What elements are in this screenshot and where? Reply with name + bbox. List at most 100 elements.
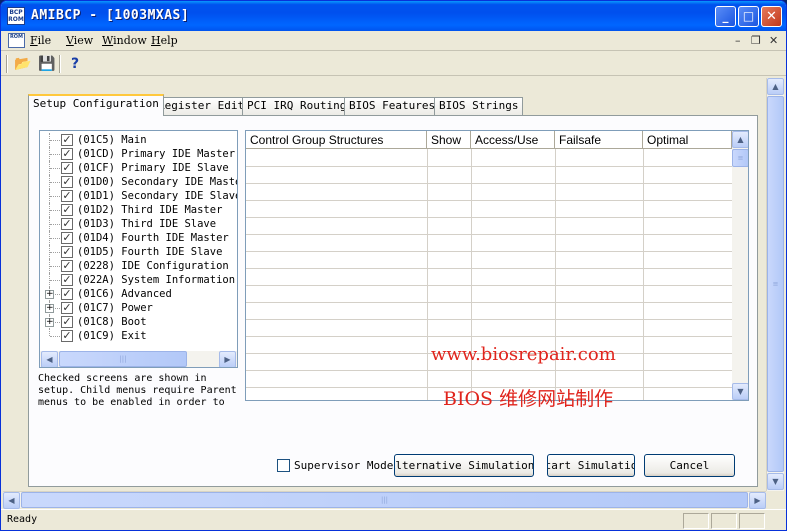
tree-item-label: (01C5) Main (77, 134, 147, 146)
tree-item[interactable]: ✓ (01C9) Exit (40, 329, 236, 343)
close-button[interactable]: ✕ (761, 6, 782, 27)
tree-item-label: (01CD) Primary IDE Master (77, 148, 236, 160)
expand-icon[interactable]: + (45, 318, 54, 327)
grid-vertical-scrollbar[interactable]: ▲ ≡ ▼ (732, 131, 748, 400)
help-description: Checked screens are shown in setup. Chil… (38, 373, 237, 408)
tree-item-checkbox[interactable]: ✓ (61, 162, 73, 174)
tree-item-label: (01D3) Third IDE Slave (77, 218, 217, 230)
tree-item-checkbox[interactable]: ✓ (61, 274, 73, 286)
menu-label-rest: iew (73, 34, 94, 47)
column-header-optimal[interactable]: Optimal (643, 131, 732, 149)
tree-item[interactable]: ✓ (01D4) Fourth IDE Master (40, 231, 236, 245)
scrollbar-thumb[interactable]: ≡ (732, 149, 748, 167)
menu-window[interactable]: Window (102, 34, 147, 47)
child-close-button[interactable]: ✕ (769, 34, 778, 47)
expand-icon[interactable]: + (45, 304, 54, 313)
tree-item-checkbox[interactable]: ✓ (61, 316, 73, 328)
tree-item[interactable]: + ✓ (01C7) Power (40, 301, 236, 315)
column-header-access[interactable]: Access/Use (471, 131, 555, 149)
tree-item-checkbox[interactable]: ✓ (61, 176, 73, 188)
tree-connector (50, 154, 60, 155)
floppy-disk-icon[interactable]: 💾 (37, 54, 57, 74)
supervisor-mode-checkbox[interactable] (277, 459, 290, 472)
menu-accel: H (151, 34, 161, 47)
menu-file[interactable]: File (30, 34, 51, 47)
tree-item[interactable]: ✓ (01D2) Third IDE Master (40, 203, 236, 217)
column-header-show[interactable]: Show (427, 131, 471, 149)
cancel-button[interactable]: Cancel (644, 454, 735, 477)
column-header-control-group[interactable]: Control Group Structures (246, 131, 427, 149)
tree-connector (50, 252, 60, 253)
scroll-right-icon[interactable]: ▶ (219, 351, 236, 367)
scroll-down-icon[interactable]: ▼ (767, 473, 784, 490)
toolbar-separator (59, 55, 61, 73)
tree-item[interactable]: ✓ (01C5) Main (40, 133, 236, 147)
tree-item-checkbox[interactable]: ✓ (61, 288, 73, 300)
tree-connector (50, 224, 60, 225)
child-restore-button[interactable]: ❐ (751, 34, 761, 47)
tab-bios-strings[interactable]: BIOS Strings (434, 97, 524, 115)
scroll-left-icon[interactable]: ◀ (41, 351, 58, 367)
scrollbar-thumb[interactable]: ||| (59, 351, 187, 367)
tree-horizontal-scrollbar[interactable]: ◀ ||| ▶ (40, 351, 237, 367)
expand-icon[interactable]: + (45, 290, 54, 299)
scroll-up-icon[interactable]: ▲ (767, 78, 784, 95)
scroll-down-icon[interactable]: ▼ (732, 383, 748, 400)
tree-item[interactable]: ✓ (01D0) Secondary IDE Master (40, 175, 237, 189)
tree-item-checkbox[interactable]: ✓ (61, 134, 73, 146)
grid-row-line (246, 268, 732, 269)
tree-item[interactable]: ✓ (01D1) Secondary IDE Slave (40, 189, 237, 203)
tree-item-checkbox[interactable]: ✓ (61, 260, 73, 272)
grid-row-line (246, 370, 732, 371)
tree-item-checkbox[interactable]: ✓ (61, 302, 73, 314)
setup-screens-tree[interactable]: ✓ (01C5) Main ✓ (01CD) Primary IDE Master ✓ (… (39, 130, 238, 368)
app-icon[interactable]: BCP ROM (7, 7, 25, 25)
child-minimize-button[interactable]: – (735, 34, 741, 47)
column-header-failsafe[interactable]: Failsafe (555, 131, 643, 149)
tree-item[interactable]: + ✓ (01C6) Advanced (40, 287, 236, 301)
maximize-button[interactable]: □ (738, 6, 759, 27)
tab-bios-features[interactable]: BIOS Features (344, 97, 441, 115)
tree-item[interactable]: ✓ (01D5) Fourth IDE Slave (40, 245, 236, 259)
scroll-right-icon[interactable]: ▶ (749, 492, 766, 509)
tree-connector (50, 266, 60, 267)
help-question-icon[interactable]: ? (65, 54, 85, 74)
title-bar[interactable]: BCP ROM AMIBCP - [1003MXAS] _ □ ✕ (1, 1, 786, 31)
start-simulation-button[interactable]: Start Simulation (547, 454, 635, 477)
status-pane (711, 513, 737, 529)
tree-item[interactable]: + ✓ (01C8) Boot (40, 315, 236, 329)
document-icon[interactable]: ROM (8, 33, 25, 48)
minimize-button[interactable]: _ (715, 6, 736, 27)
tree-item-checkbox[interactable]: ✓ (61, 218, 73, 230)
tree-item-checkbox[interactable]: ✓ (61, 148, 73, 160)
grid-column-line (643, 149, 644, 400)
start-alternative-simulation-button[interactable]: Start Alternative Simulation (394, 454, 534, 477)
scroll-up-icon[interactable]: ▲ (732, 131, 748, 148)
scrollbar-thumb[interactable]: ||| (21, 492, 748, 508)
tree-item[interactable]: ✓ (01D3) Third IDE Slave (40, 217, 236, 231)
tab-setup-configuration[interactable]: Setup Configuration (28, 94, 164, 116)
tree-item-checkbox[interactable]: ✓ (61, 330, 73, 342)
tab-pci-irq-routing[interactable]: PCI IRQ Routing (242, 97, 352, 115)
menu-help[interactable]: Help (151, 34, 178, 47)
menu-view[interactable]: View (66, 34, 93, 47)
scrollbar-thumb[interactable]: ≡ (767, 96, 784, 472)
main-horizontal-scrollbar[interactable]: ◀ ||| ▶ (3, 491, 766, 509)
tree-item-checkbox[interactable]: ✓ (61, 190, 73, 202)
tree-item-checkbox[interactable]: ✓ (61, 232, 73, 244)
grid-column-line (427, 149, 428, 400)
main-vertical-scrollbar[interactable]: ▲ ≡ ▼ (766, 78, 784, 491)
scroll-left-icon[interactable]: ◀ (3, 492, 20, 509)
tree-item[interactable]: ✓ (0228) IDE Configuration (40, 259, 236, 273)
tree-item-checkbox[interactable]: ✓ (61, 204, 73, 216)
grid-row-line (246, 336, 732, 337)
tree-item[interactable]: ✓ (01CF) Primary IDE Slave (40, 161, 236, 175)
status-pane (683, 513, 709, 529)
tab-register-edit[interactable]: Register Edit (153, 97, 250, 115)
tree-item-checkbox[interactable]: ✓ (61, 246, 73, 258)
folder-open-icon[interactable]: 📂 (13, 54, 33, 74)
tree-item-label: (022A) System Information (77, 274, 236, 286)
tree-item[interactable]: ✓ (01CD) Primary IDE Master (40, 147, 236, 161)
tree-item[interactable]: ✓ (022A) System Information (40, 273, 236, 287)
tree-item-label: (0228) IDE Configuration (77, 260, 229, 272)
